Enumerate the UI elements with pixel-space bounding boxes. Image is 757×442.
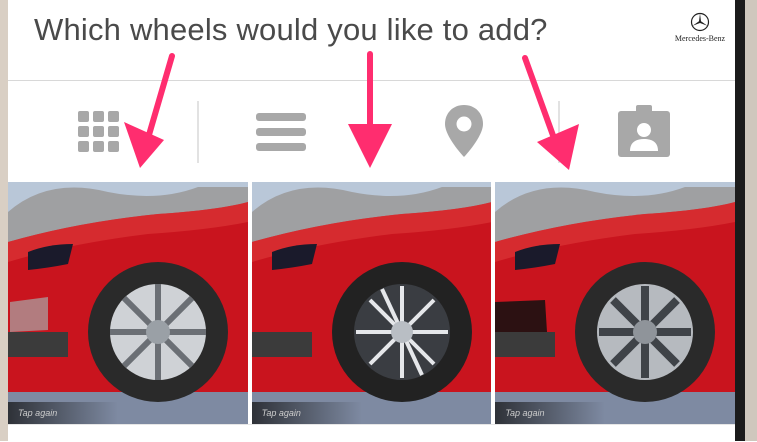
tile-tag: Tap again bbox=[8, 402, 118, 424]
device-frame-edge bbox=[735, 0, 745, 441]
device-frame-left bbox=[0, 0, 8, 441]
annotation-arrow bbox=[522, 55, 579, 170]
car-wheel-image bbox=[8, 182, 248, 424]
page-title: Which wheels would you like to add? bbox=[34, 12, 548, 47]
mercedes-star-icon bbox=[690, 12, 710, 32]
grid-view-icon[interactable] bbox=[76, 109, 122, 155]
wheel-option[interactable]: Tap again bbox=[8, 182, 248, 424]
tile-tag: Tap again bbox=[495, 402, 606, 424]
brand-logo: Mercedes-Benz bbox=[665, 12, 735, 43]
car-wheel-image bbox=[495, 182, 736, 424]
wheel-grid: Tap again Tap again Tap again bbox=[8, 182, 736, 424]
annotation-arrow bbox=[124, 53, 175, 168]
wheel-option[interactable]: Tap again bbox=[251, 182, 492, 424]
location-pin-icon[interactable] bbox=[442, 103, 486, 159]
car-wheel-image bbox=[251, 182, 492, 424]
toolbar-divider bbox=[197, 101, 199, 163]
bottom-strip bbox=[8, 424, 735, 442]
contact-card-icon[interactable] bbox=[616, 103, 672, 159]
brand-name: Mercedes-Benz bbox=[674, 34, 726, 43]
tile-tag: Tap again bbox=[251, 402, 362, 424]
list-view-icon[interactable] bbox=[256, 109, 306, 155]
wheel-option[interactable]: Tap again bbox=[495, 182, 736, 424]
annotation-arrow bbox=[348, 51, 392, 168]
